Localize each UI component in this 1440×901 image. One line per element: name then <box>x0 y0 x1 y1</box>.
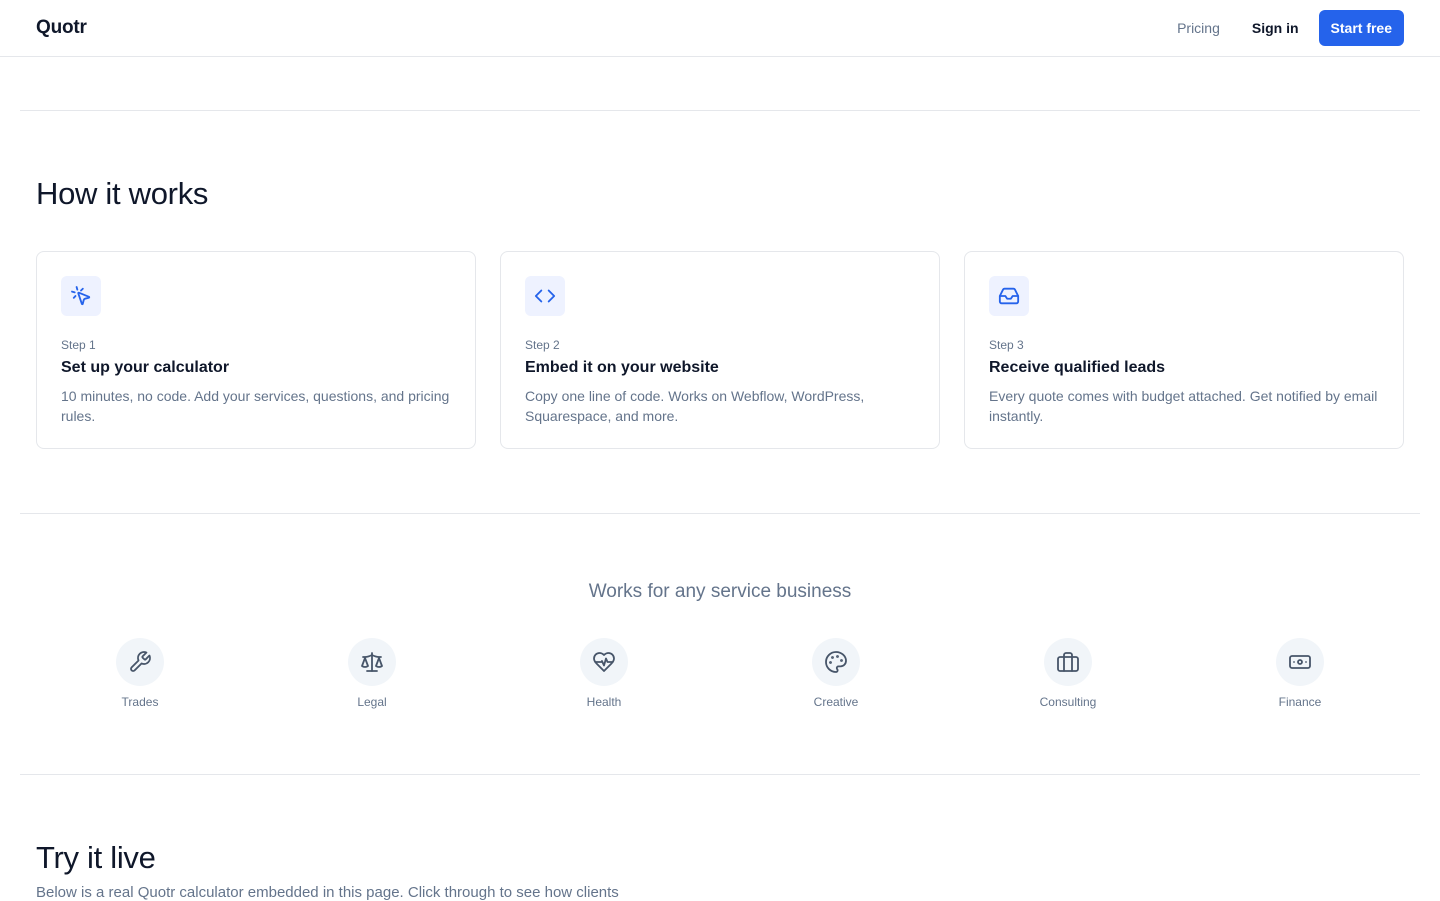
step-label: Step 1 <box>61 338 96 352</box>
industry-label: Legal <box>357 695 387 709</box>
industry-label: Health <box>586 695 622 709</box>
industry-label: Finance <box>1278 695 1322 709</box>
step-description: Every quote comes with budget attached. … <box>989 388 1378 424</box>
industry-item: Trades <box>24 638 256 709</box>
step-card-3: Step 3 Receive qualified leads Every quo… <box>964 251 1404 449</box>
step-label: Step 3 <box>989 338 1024 352</box>
industry-label: Consulting <box>1039 695 1097 709</box>
industries-title: Works for any service business <box>588 581 852 602</box>
try-it-live-title: Try it live <box>36 840 156 875</box>
banknote-icon <box>1276 638 1324 686</box>
industry-item: Finance <box>1184 638 1416 709</box>
industry-item: Consulting <box>952 638 1184 709</box>
heart-pulse-icon <box>580 638 628 686</box>
nav-pricing-link[interactable]: Pricing <box>1177 20 1220 36</box>
inbox-icon <box>989 276 1029 316</box>
code-icon <box>525 276 565 316</box>
brand-logo[interactable]: Quotr <box>36 17 87 39</box>
industry-label: Creative <box>813 695 859 709</box>
step-description: Copy one line of code. Works on Webflow,… <box>525 388 865 424</box>
steps-list: Step 1 Set up your calculator 10 minutes… <box>36 251 1404 449</box>
section-divider <box>20 774 1420 775</box>
step-title: Set up your calculator <box>61 359 230 376</box>
industry-item: Legal <box>256 638 488 709</box>
wrench-icon <box>116 638 164 686</box>
step-label: Step 2 <box>525 338 560 352</box>
how-it-works-title: How it works <box>36 176 209 211</box>
section-divider <box>20 110 1420 111</box>
step-title: Receive qualified leads <box>989 359 1166 376</box>
step-description: 10 minutes, no code. Add your services, … <box>61 388 450 424</box>
step-card-1: Step 1 Set up your calculator 10 minutes… <box>36 251 476 449</box>
section-divider <box>20 513 1420 514</box>
top-navigation: Quotr Pricing Sign in Start free <box>0 0 1440 57</box>
nav-actions: Pricing Sign in Start free <box>1177 10 1404 46</box>
industries-list: Trades Legal Health Creative Consulting … <box>24 638 1416 709</box>
briefcase-icon <box>1044 638 1092 686</box>
scale-icon <box>348 638 396 686</box>
industry-label: Trades <box>121 695 159 709</box>
start-free-button[interactable]: Start free <box>1318 10 1404 46</box>
try-it-live-description: Below is a real Quotr calculator embedde… <box>36 884 619 901</box>
step-card-2: Step 2 Embed it on your website Copy one… <box>500 251 940 449</box>
palette-icon <box>812 638 860 686</box>
cursor-click-icon <box>61 276 101 316</box>
industry-item: Health <box>488 638 720 709</box>
step-title: Embed it on your website <box>525 359 719 376</box>
sign-in-link[interactable]: Sign in <box>1252 20 1299 36</box>
industry-item: Creative <box>720 638 952 709</box>
